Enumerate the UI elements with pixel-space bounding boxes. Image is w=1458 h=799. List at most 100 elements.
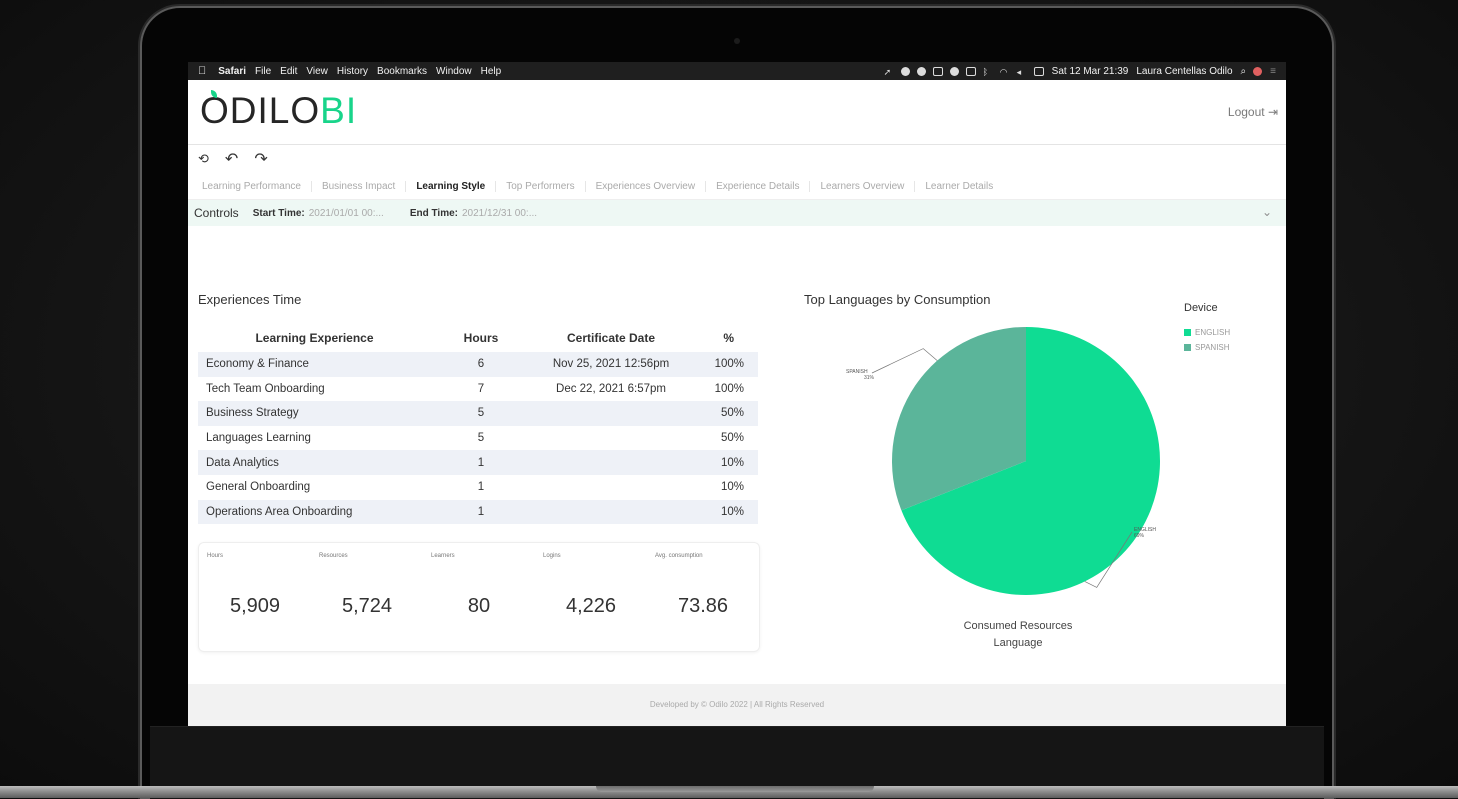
toolbar: ⟲ ↶ ↷ <box>188 145 1286 173</box>
menu-edit[interactable]: Edit <box>280 66 297 77</box>
kpi-label: Resources <box>319 553 348 559</box>
cell-certificate-date <box>531 499 691 525</box>
cell-hours: 5 <box>477 432 485 445</box>
cell-percent: 100% <box>714 382 744 395</box>
controls-bar[interactable]: Controls Start Time: 2021/01/01 00:... E… <box>188 200 1286 226</box>
laptop-base <box>0 786 1458 798</box>
menu-history[interactable]: History <box>337 66 368 77</box>
table-row[interactable]: Business Strategy 5 50% <box>198 401 758 426</box>
controls-title: Controls <box>194 206 239 220</box>
leader-line-spanish <box>871 348 938 374</box>
kpi-value: 73.86 <box>677 595 729 617</box>
camera-icon <box>734 38 740 44</box>
logout-label: Logout <box>1227 105 1265 119</box>
cell-experience: Business Strategy <box>198 401 431 426</box>
cell-percent: 10% <box>720 481 744 494</box>
menu-app[interactable]: Safari <box>218 66 246 77</box>
kpi-label: Learners <box>431 553 455 559</box>
kpi-label: Logins <box>543 553 561 559</box>
screen-icon[interactable] <box>932 66 943 76</box>
table-row[interactable]: Languages Learning 5 50% <box>198 426 758 451</box>
pie-caption-line1: Consumed Resources <box>963 620 1073 632</box>
apple-icon[interactable]:  <box>198 65 206 77</box>
end-time-label: End Time: <box>409 207 458 219</box>
menu-view[interactable]: View <box>306 66 328 77</box>
kpi-label: Avg. consumption <box>655 553 703 559</box>
cell-certificate-date <box>531 450 691 475</box>
legend-label: SPANISH <box>1195 343 1230 352</box>
start-time-value[interactable]: 2021/01/01 00:... <box>309 208 384 219</box>
table-row[interactable]: Economy & Finance 6 Nov 25, 2021 12:56pm 10… <box>198 352 758 377</box>
control-center-icon[interactable]: ≡ <box>1270 66 1276 77</box>
cell-certificate-date <box>531 426 691 451</box>
undo-icon[interactable]: ↶ <box>225 149 238 169</box>
legend-item-spanish[interactable]: SPANISH <box>1184 343 1230 352</box>
battery-icon[interactable] <box>1033 66 1044 76</box>
col-certificate-date[interactable]: Certificate Date <box>531 324 691 352</box>
logo-accent: BI <box>320 90 358 131</box>
pie-label-spanish-pct: 31% <box>864 375 875 381</box>
legend-item-english[interactable]: ENGLISH <box>1184 328 1230 337</box>
kpi-hours: Hours 5,909 <box>199 543 311 651</box>
siri-icon[interactable] <box>1253 66 1263 76</box>
legend-label: ENGLISH <box>1195 328 1231 337</box>
menu-help[interactable]: Help <box>481 66 502 77</box>
tab-learners-overview[interactable]: Learners Overview <box>810 180 916 192</box>
tab-top-performers[interactable]: Top Performers <box>496 180 586 192</box>
tab-experience-details[interactable]: Experience Details <box>706 180 811 192</box>
cell-certificate-date <box>531 475 691 500</box>
table-row[interactable]: Operations Area Onboarding 1 10% <box>198 499 758 525</box>
kpi-learners: Learners 80 <box>423 543 535 651</box>
logout-button[interactable]: Logout ⇥ <box>1228 105 1278 119</box>
cell-hours: 1 <box>431 499 531 525</box>
logo[interactable]: ODILOBI <box>200 90 357 132</box>
tab-business-impact[interactable]: Business Impact <box>312 180 407 192</box>
tab-experiences-overview[interactable]: Experiences Overview <box>586 180 707 192</box>
spotlight-icon[interactable]: ⌕ <box>1241 66 1247 77</box>
volume-icon[interactable]: ◂ <box>1017 67 1027 77</box>
logout-icon: ⇥ <box>1267 105 1278 119</box>
reset-icon[interactable]: ⟲ <box>198 151 209 167</box>
user-name[interactable]: Laura Centellas Odilo <box>1136 66 1232 77</box>
tab-learner-details[interactable]: Learner Details <box>915 181 1003 192</box>
end-time-value[interactable]: 2021/12/31 00:... <box>462 208 537 219</box>
table-row[interactable]: Tech Team Onboarding 7 Dec 22, 2021 6:57pm… <box>198 377 758 402</box>
kpi-panel: Hours 5,909 Resources 5,724 Learners 80 Log… <box>198 542 760 652</box>
experiences-table: Learning Experience Hours Certificate Da… <box>198 324 758 525</box>
cell-hours: 1 <box>477 481 485 494</box>
cell-percent: 10% <box>691 499 758 525</box>
cell-experience: Languages Learning <box>206 432 311 445</box>
table-row[interactable]: Data Analytics 1 10% <box>198 450 758 475</box>
wifi-icon[interactable]: ◠ <box>1000 67 1010 77</box>
cell-experience: Operations Area Onboarding <box>198 499 431 525</box>
cell-percent: 50% <box>720 432 744 445</box>
cloud-icon[interactable] <box>949 66 959 76</box>
bluetooth-icon[interactable]: ᛒ <box>983 67 993 77</box>
airplay-icon[interactable] <box>965 66 976 76</box>
col-learning-experience[interactable]: Learning Experience <box>198 324 431 352</box>
logo-text: ODILO <box>200 90 321 131</box>
menu-bookmarks[interactable]: Bookmarks <box>377 66 427 77</box>
redo-icon[interactable]: ↷ <box>254 149 267 169</box>
chevron-down-icon[interactable]: ⌄ <box>1262 205 1272 219</box>
col-percent[interactable]: % <box>691 324 758 352</box>
logo-leaf-icon: ODILO <box>200 90 320 132</box>
pie-label-english-pct: 69% <box>1134 533 1145 539</box>
status-icon[interactable] <box>900 66 910 76</box>
datetime[interactable]: Sat 12 Mar 21:39 <box>1052 66 1129 77</box>
table-header-row: Learning Experience Hours Certificate Da… <box>198 324 758 352</box>
menu-file[interactable]: File <box>255 66 271 77</box>
mac-menubar:  Safari File Edit View History Bookmark… <box>188 62 1286 80</box>
vpn-icon[interactable] <box>916 66 926 76</box>
pie-legend: Device ENGLISH SPANISH <box>1184 302 1230 358</box>
menu-window[interactable]: Window <box>436 66 472 77</box>
app-header: ODILOBI Logout ⇥ <box>188 80 1286 145</box>
tab-learning-style[interactable]: Learning Style <box>406 180 497 192</box>
cell-hours: 5 <box>431 401 531 426</box>
col-hours[interactable]: Hours <box>431 324 531 352</box>
kpi-resources: Resources 5,724 <box>311 543 423 651</box>
table-row[interactable]: General Onboarding 1 10% <box>198 475 758 500</box>
location-icon[interactable]: ➚ <box>884 67 894 77</box>
tab-learning-performance[interactable]: Learning Performance <box>192 180 312 192</box>
tab-bar: Learning Performance Business Impact Lea… <box>188 173 1286 200</box>
